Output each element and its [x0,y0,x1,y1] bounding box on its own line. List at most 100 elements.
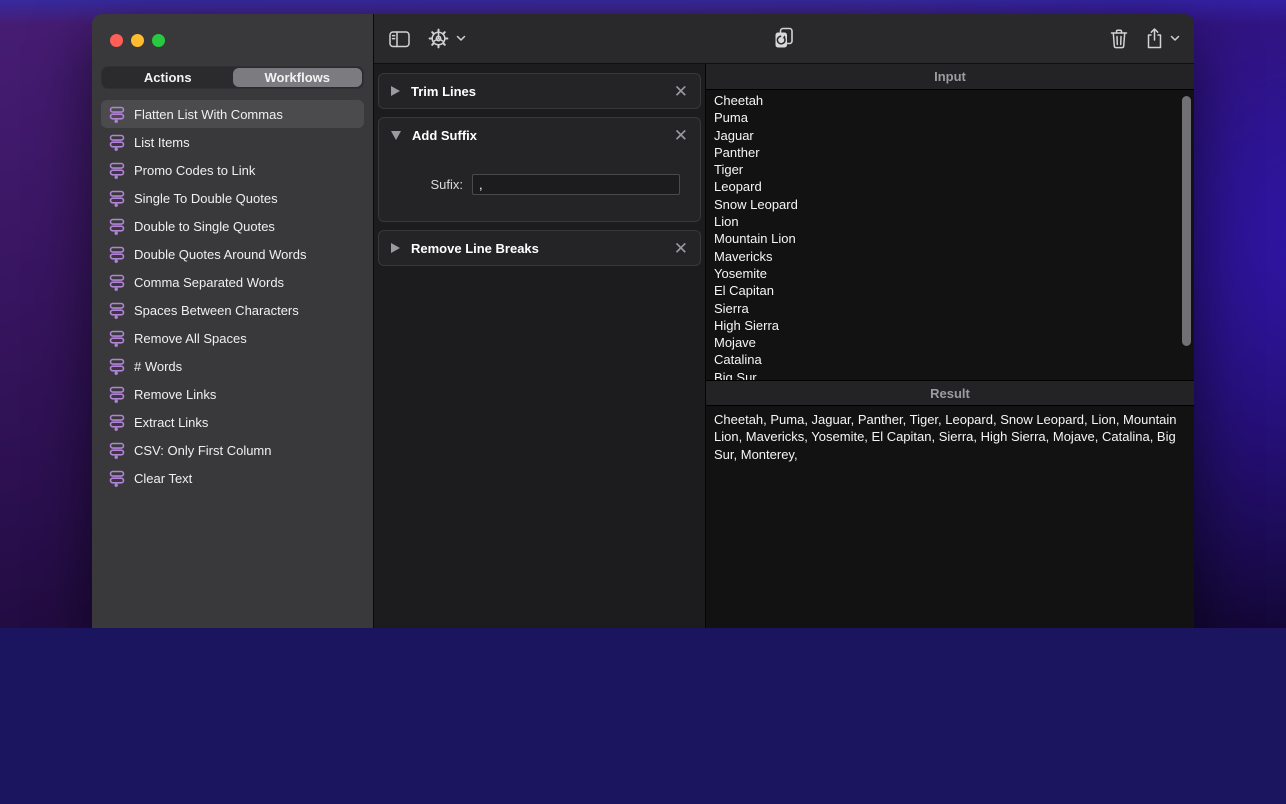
workflow-steps-panel: Trim Lines ✕ Add Suffix ✕ Sufix: , Remov… [374,64,706,628]
sidebar-item-label: List Items [134,134,190,150]
step-title: Trim Lines [411,83,477,99]
input-line: Yosemite [714,265,767,281]
input-line: High Sierra [714,317,780,333]
input-line: Catalina [714,352,762,368]
sidebar-item-workflow[interactable]: Comma Separated Words [101,268,364,296]
input-line: Lion [714,214,739,230]
input-header: Input [706,64,1194,90]
sidebar-item-label: Clear Text [134,470,193,486]
input-line: Leopard [714,179,762,195]
remove-step-button[interactable]: ✕ [674,240,688,257]
sidebar-item-workflow[interactable]: Double Quotes Around Words [101,240,364,268]
result-header: Result [706,380,1194,406]
input-line: Mojave [714,335,756,351]
minimize-window-button[interactable] [131,34,144,47]
step-header[interactable]: Remove Line Breaks ✕ [379,231,700,265]
workflow-icon [109,218,125,235]
sidebar-item-workflow[interactable]: Extract Links [101,408,364,436]
input-line: Cheetah [714,93,764,108]
step-remove-line-breaks: Remove Line Breaks ✕ [378,230,701,266]
step-trim-lines: Trim Lines ✕ [378,73,701,109]
sidebar-item-label: Flatten List With Commas [134,106,283,122]
sidebar-item-label: Remove Links [134,386,217,402]
sidebar-item-workflow[interactable]: CSV: Only First Column [101,436,364,464]
gear-icon [428,28,449,49]
sidebar-item-workflow[interactable]: Remove Links [101,380,364,408]
sidebar-item-workflow[interactable]: List Items [101,128,364,156]
sidebar-item-label: Promo Codes to Link [134,162,256,178]
traffic-lights [92,14,373,61]
remove-step-button[interactable]: ✕ [674,127,688,144]
tab-actions[interactable]: Actions [103,68,233,87]
sidebar-item-label: # Words [134,358,183,374]
workflow-list: Flatten List With Commas List Items Prom… [92,100,373,492]
sidebar-toggle-icon [389,30,410,47]
step-add-suffix: Add Suffix ✕ Sufix: [378,117,701,222]
input-line: Mountain Lion [714,231,796,247]
step-header[interactable]: Add Suffix ✕ [379,118,700,152]
workflow-icon [109,246,125,263]
promo-banner: Automate your text processing workflow [0,628,1286,804]
input-line: Sierra [714,300,749,316]
sidebar-toggle-button[interactable] [388,29,411,49]
suffix-field-label: Sufix: [430,177,463,192]
remove-step-button[interactable]: ✕ [674,83,688,100]
sidebar-item-label: Spaces Between Characters [134,302,299,318]
workflow-icon [109,414,125,431]
workflow-icon [109,358,125,375]
sidebar-item-workflow[interactable]: Clear Text [101,464,364,492]
suffix-input[interactable] [472,174,680,195]
actions-menu-button[interactable] [427,27,466,50]
chevron-down-icon [1170,35,1180,41]
input-textarea[interactable]: Cheetah Puma Jaguar Panther Tiger Leopard Snow… [706,90,1194,380]
zoom-window-button[interactable] [152,34,165,47]
sidebar-item-workflow[interactable]: Flatten List With Commas [101,100,364,128]
run-workflow-button[interactable] [772,26,796,51]
sidebar-item-label: Double Quotes Around Words [134,246,307,262]
main-area: Trim Lines ✕ Add Suffix ✕ Sufix: , Remov… [373,14,1194,628]
sidebar-item-label: Comma Separated Words [134,274,285,290]
sidebar: Actions Workflows Flatten List With Comm… [92,14,373,628]
run-workflow-icon [775,27,793,48]
workflow-icon [109,442,125,459]
sidebar-item-label: Extract Links [134,414,209,430]
sidebar-item-workflow[interactable]: Single To Double Quotes [101,184,364,212]
workflow-icon [109,162,125,179]
sidebar-item-workflow[interactable]: Spaces Between Characters [101,296,364,324]
disclosure-collapsed-icon[interactable] [391,243,400,253]
workflow-icon [109,330,125,347]
share-menu-button[interactable] [1145,27,1180,50]
delete-workflow-button[interactable] [1109,28,1129,50]
close-window-button[interactable] [110,34,123,47]
disclosure-collapsed-icon[interactable] [391,86,400,96]
io-panel: Input Cheetah Puma Jaguar Panther Tiger Leopa… [706,64,1194,628]
result-textarea[interactable]: Cheetah, Puma, Jaguar, Panther, Tiger, L… [706,406,1194,628]
trash-icon [1110,28,1128,48]
step-header[interactable]: Trim Lines ✕ [379,74,700,108]
workflow-icon [109,134,125,151]
workflow-icon [109,386,125,403]
input-line: Puma [714,110,748,126]
tab-workflows[interactable]: Workflows [232,68,362,87]
workflow-icon [109,190,125,207]
workflow-icon [109,470,125,487]
workflow-icon [109,302,125,319]
sidebar-item-label: Double to Single Quotes [134,218,275,234]
input-line: Mavericks [714,248,773,264]
app-window: Actions Workflows Flatten List With Comm… [92,14,1194,628]
sidebar-item-workflow[interactable]: Remove All Spaces [101,324,364,352]
step-title: Add Suffix [412,127,477,143]
sidebar-item-workflow[interactable]: # Words [101,352,364,380]
disclosure-expanded-icon[interactable] [391,130,401,140]
workflow-icon [109,106,125,123]
sidebar-item-workflow[interactable]: Promo Codes to Link [101,156,364,184]
input-line: Tiger [714,162,744,178]
sidebar-item-workflow[interactable]: Double to Single Quotes [101,212,364,240]
sidebar-item-label: Single To Double Quotes [134,190,278,206]
input-line: Snow Leopard [714,196,798,212]
share-icon [1147,28,1162,49]
sidebar-item-label: CSV: Only First Column [134,442,272,458]
step-title: Remove Line Breaks [411,240,539,256]
input-scrollbar[interactable] [1182,96,1191,346]
input-line: Big Sur [714,369,757,380]
